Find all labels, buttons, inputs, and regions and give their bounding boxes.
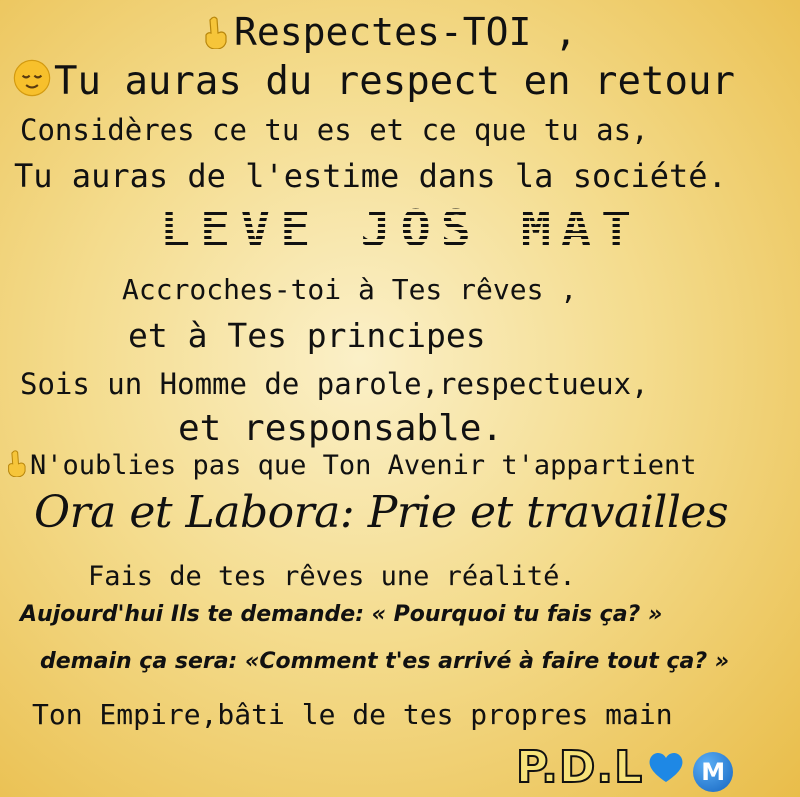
line-aujourdhui: Aujourd'hui Ils te demande: « Pourquoi t… — [20, 602, 663, 627]
blue-heart-icon — [649, 752, 683, 782]
line-demain: demain ça sera: «Comment t'es arrivé à f… — [40, 649, 730, 674]
signature-initials: P.D.L — [515, 741, 644, 794]
line-homme-parole: Sois un Homme de parole,respectueux, — [20, 367, 649, 401]
line-fais-de-tes-reves: Fais de tes rêves une réalité. — [88, 561, 576, 592]
line-estime: Tu auras de l'estime dans la société. — [14, 157, 727, 195]
pointing-up-icon — [8, 450, 26, 477]
signature: P.D.L M — [515, 741, 734, 794]
title-leve-jos-mat: LEVE JOS MAT — [160, 200, 642, 258]
line-1-text: Respectes-TOI , — [234, 10, 578, 54]
line-ton-empire: Ton Empire,bâti le de tes propres main — [32, 698, 673, 731]
pointing-up-icon — [205, 16, 227, 49]
line-principes: et à Tes principes — [128, 316, 486, 355]
motto-ora-et-labora: Ora et Labora: Prie et travailles — [34, 487, 729, 538]
relieved-face-icon — [13, 59, 51, 97]
m-circle-icon: M — [693, 752, 734, 792]
line-9-text: N'oublies pas que Ton Avenir t'appartien… — [30, 450, 697, 481]
line-respectes-toi: Respectes-TOI , — [198, 10, 577, 54]
line-accroches: Accroches-toi à Tes rêves , — [122, 273, 578, 306]
line-2-text: Tu auras du respect en retour — [54, 59, 735, 104]
line-consideres: Considères ce tu es et ce que tu as, — [20, 113, 649, 147]
line-avenir: N'oublies pas que Ton Avenir t'appartien… — [2, 449, 696, 481]
line-responsable: et responsable. — [178, 408, 504, 449]
line-respect-retour: Tu auras du respect en retour — [12, 58, 735, 104]
